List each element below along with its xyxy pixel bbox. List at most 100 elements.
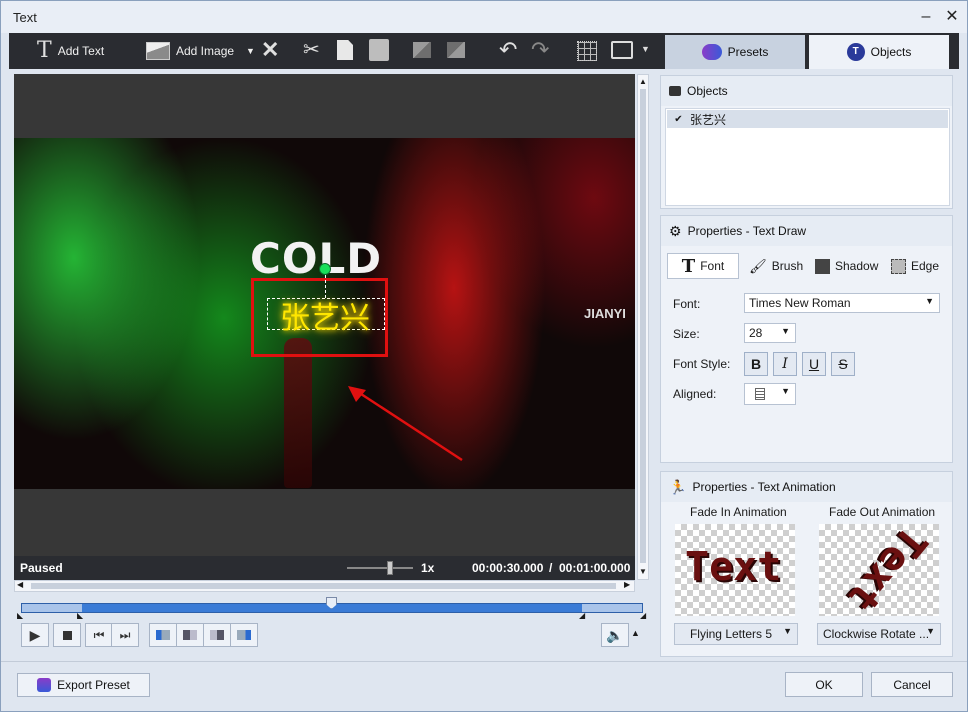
speed-slider[interactable]: [347, 561, 413, 575]
title-bar: Text – ✕: [1, 1, 967, 33]
scroll-up-icon[interactable]: ▲: [639, 77, 647, 86]
list-item[interactable]: ✔ 张艺兴: [667, 110, 948, 128]
monitor-dropdown-icon[interactable]: ▼: [641, 44, 650, 54]
current-time: 00:00:30.000: [472, 561, 544, 575]
previous-frame-button[interactable]: ⏮: [85, 623, 113, 647]
subtab-font-label: Font: [700, 259, 725, 273]
horizontal-scrollbar[interactable]: ◀ ▶: [14, 580, 635, 592]
vertical-scrollbar[interactable]: ▲ ▼: [637, 74, 649, 580]
fade-out-value: Clockwise Rotate ...: [823, 627, 930, 641]
cancel-button[interactable]: Cancel: [871, 672, 953, 697]
fade-out-select[interactable]: Clockwise Rotate ... ▼: [817, 623, 941, 645]
skip-back-icon: ⏮: [93, 627, 105, 642]
object-label: 张艺兴: [690, 112, 727, 127]
chevron-down-icon: ▼: [925, 296, 934, 306]
logo-text: COLD: [250, 234, 383, 283]
subtab-shadow[interactable]: Shadow: [815, 253, 878, 279]
corner-text: JIANYI: [584, 306, 626, 321]
skip-forward-icon: ⏭: [119, 627, 131, 642]
bold-button[interactable]: B: [744, 352, 768, 376]
tab-presets-label: Presets: [727, 45, 769, 59]
chevron-down-icon: ▼: [926, 626, 935, 636]
scroll-down-icon[interactable]: ▼: [639, 567, 647, 576]
tab-objects-label: Objects: [870, 45, 912, 59]
shadow-icon: [815, 258, 830, 274]
paste-icon[interactable]: [369, 39, 389, 61]
trim-in-marker[interactable]: ◣: [77, 611, 83, 620]
delete-icon[interactable]: ✕: [261, 35, 279, 65]
objects-list: ✔ 张艺兴: [665, 108, 950, 206]
trim-start-marker[interactable]: ◣: [17, 611, 23, 620]
cut-icon[interactable]: ✂: [303, 35, 320, 65]
trim-out-marker[interactable]: ◢: [579, 611, 585, 620]
bold-icon: B: [750, 356, 762, 372]
video-frame[interactable]: COLD JIANYI 张艺兴: [14, 138, 635, 489]
underline-icon: U: [808, 356, 820, 372]
speed-slider-thumb[interactable]: [387, 561, 393, 575]
strikethrough-button[interactable]: S: [831, 352, 855, 376]
minimize-icon[interactable]: –: [915, 6, 937, 28]
tab-objects[interactable]: T Objects: [809, 35, 949, 69]
align-select[interactable]: ▼: [744, 383, 796, 405]
rotate-handle[interactable]: [319, 263, 331, 275]
subtab-edge[interactable]: Edge: [891, 253, 939, 279]
rotate-handle-line: [325, 275, 326, 298]
ok-label: OK: [815, 677, 833, 692]
size-select[interactable]: 28 ▼: [744, 323, 796, 343]
fade-in-label: Fade In Animation: [690, 505, 787, 519]
close-icon[interactable]: ✕: [941, 6, 963, 28]
volume-button[interactable]: 🔈: [601, 623, 629, 647]
underline-button[interactable]: U: [802, 352, 826, 376]
redo-icon[interactable]: ↷: [531, 35, 549, 65]
volume-expand-icon[interactable]: ▲: [631, 628, 640, 638]
fade-out-preview[interactable]: Text: [819, 517, 939, 621]
add-image-button[interactable]: Add Image ▼: [146, 36, 255, 66]
split-button[interactable]: [176, 623, 204, 647]
split-end-button[interactable]: [203, 623, 231, 647]
export-preset-label: Export Preset: [57, 678, 130, 692]
tab-presets[interactable]: Presets: [665, 35, 805, 69]
export-preset-button[interactable]: Export Preset: [17, 673, 150, 697]
fade-in-select[interactable]: Flying Letters 5 ▼: [674, 623, 798, 645]
fade-out-preview-text: Text: [838, 517, 936, 621]
subtab-font[interactable]: T Font: [667, 253, 739, 279]
send-backward-icon[interactable]: [447, 42, 465, 58]
mark-in-icon: [156, 630, 170, 640]
scroll-left-icon[interactable]: ◀: [17, 580, 23, 589]
subtab-edge-label: Edge: [911, 259, 940, 273]
monitor-icon[interactable]: [611, 41, 633, 59]
scroll-thumb-v[interactable]: [640, 89, 646, 563]
text-overlay[interactable]: 张艺兴: [280, 293, 370, 337]
strikethrough-icon: S: [838, 356, 848, 372]
bring-forward-icon[interactable]: [413, 42, 431, 58]
text-animation-panel: 🏃 Properties - Text Animation Fade In An…: [660, 471, 953, 657]
add-text-button[interactable]: T Add Text: [37, 36, 104, 66]
stop-button[interactable]: [53, 623, 81, 647]
italic-button[interactable]: I: [773, 352, 797, 376]
window-title: Text: [13, 10, 37, 25]
subtab-brush[interactable]: 🖌 Brush: [749, 253, 803, 279]
scroll-right-icon[interactable]: ▶: [624, 580, 630, 589]
video-preview[interactable]: COLD JIANYI 张艺兴: [14, 74, 635, 556]
font-select[interactable]: Times New Roman ▼: [744, 293, 940, 313]
checkbox[interactable]: ✔: [673, 114, 684, 125]
fade-in-preview[interactable]: Text: [675, 524, 795, 616]
italic-icon: I: [782, 356, 788, 372]
font-icon: T: [681, 255, 696, 277]
next-frame-button[interactable]: ⏭: [111, 623, 139, 647]
objects-icon: T: [846, 43, 865, 61]
mark-out-button[interactable]: [230, 623, 258, 647]
mark-in-button[interactable]: [149, 623, 177, 647]
copy-icon[interactable]: [337, 40, 353, 60]
scroll-thumb-h[interactable]: [31, 583, 616, 589]
ok-button[interactable]: OK: [785, 672, 863, 697]
playback-status-bar: Paused 1x 00:00:30.000 / 00:01:00.000: [14, 556, 635, 580]
grid-icon[interactable]: [577, 41, 597, 61]
dropdown-icon[interactable]: ▼: [246, 46, 255, 56]
trim-end-marker[interactable]: ◢: [640, 611, 646, 620]
play-button[interactable]: ▶: [21, 623, 49, 647]
split-end-icon: [210, 630, 224, 640]
undo-icon[interactable]: ↶: [499, 35, 517, 65]
time-separator: /: [549, 561, 553, 575]
objects-panel: Objects ✔ 张艺兴: [660, 75, 953, 209]
